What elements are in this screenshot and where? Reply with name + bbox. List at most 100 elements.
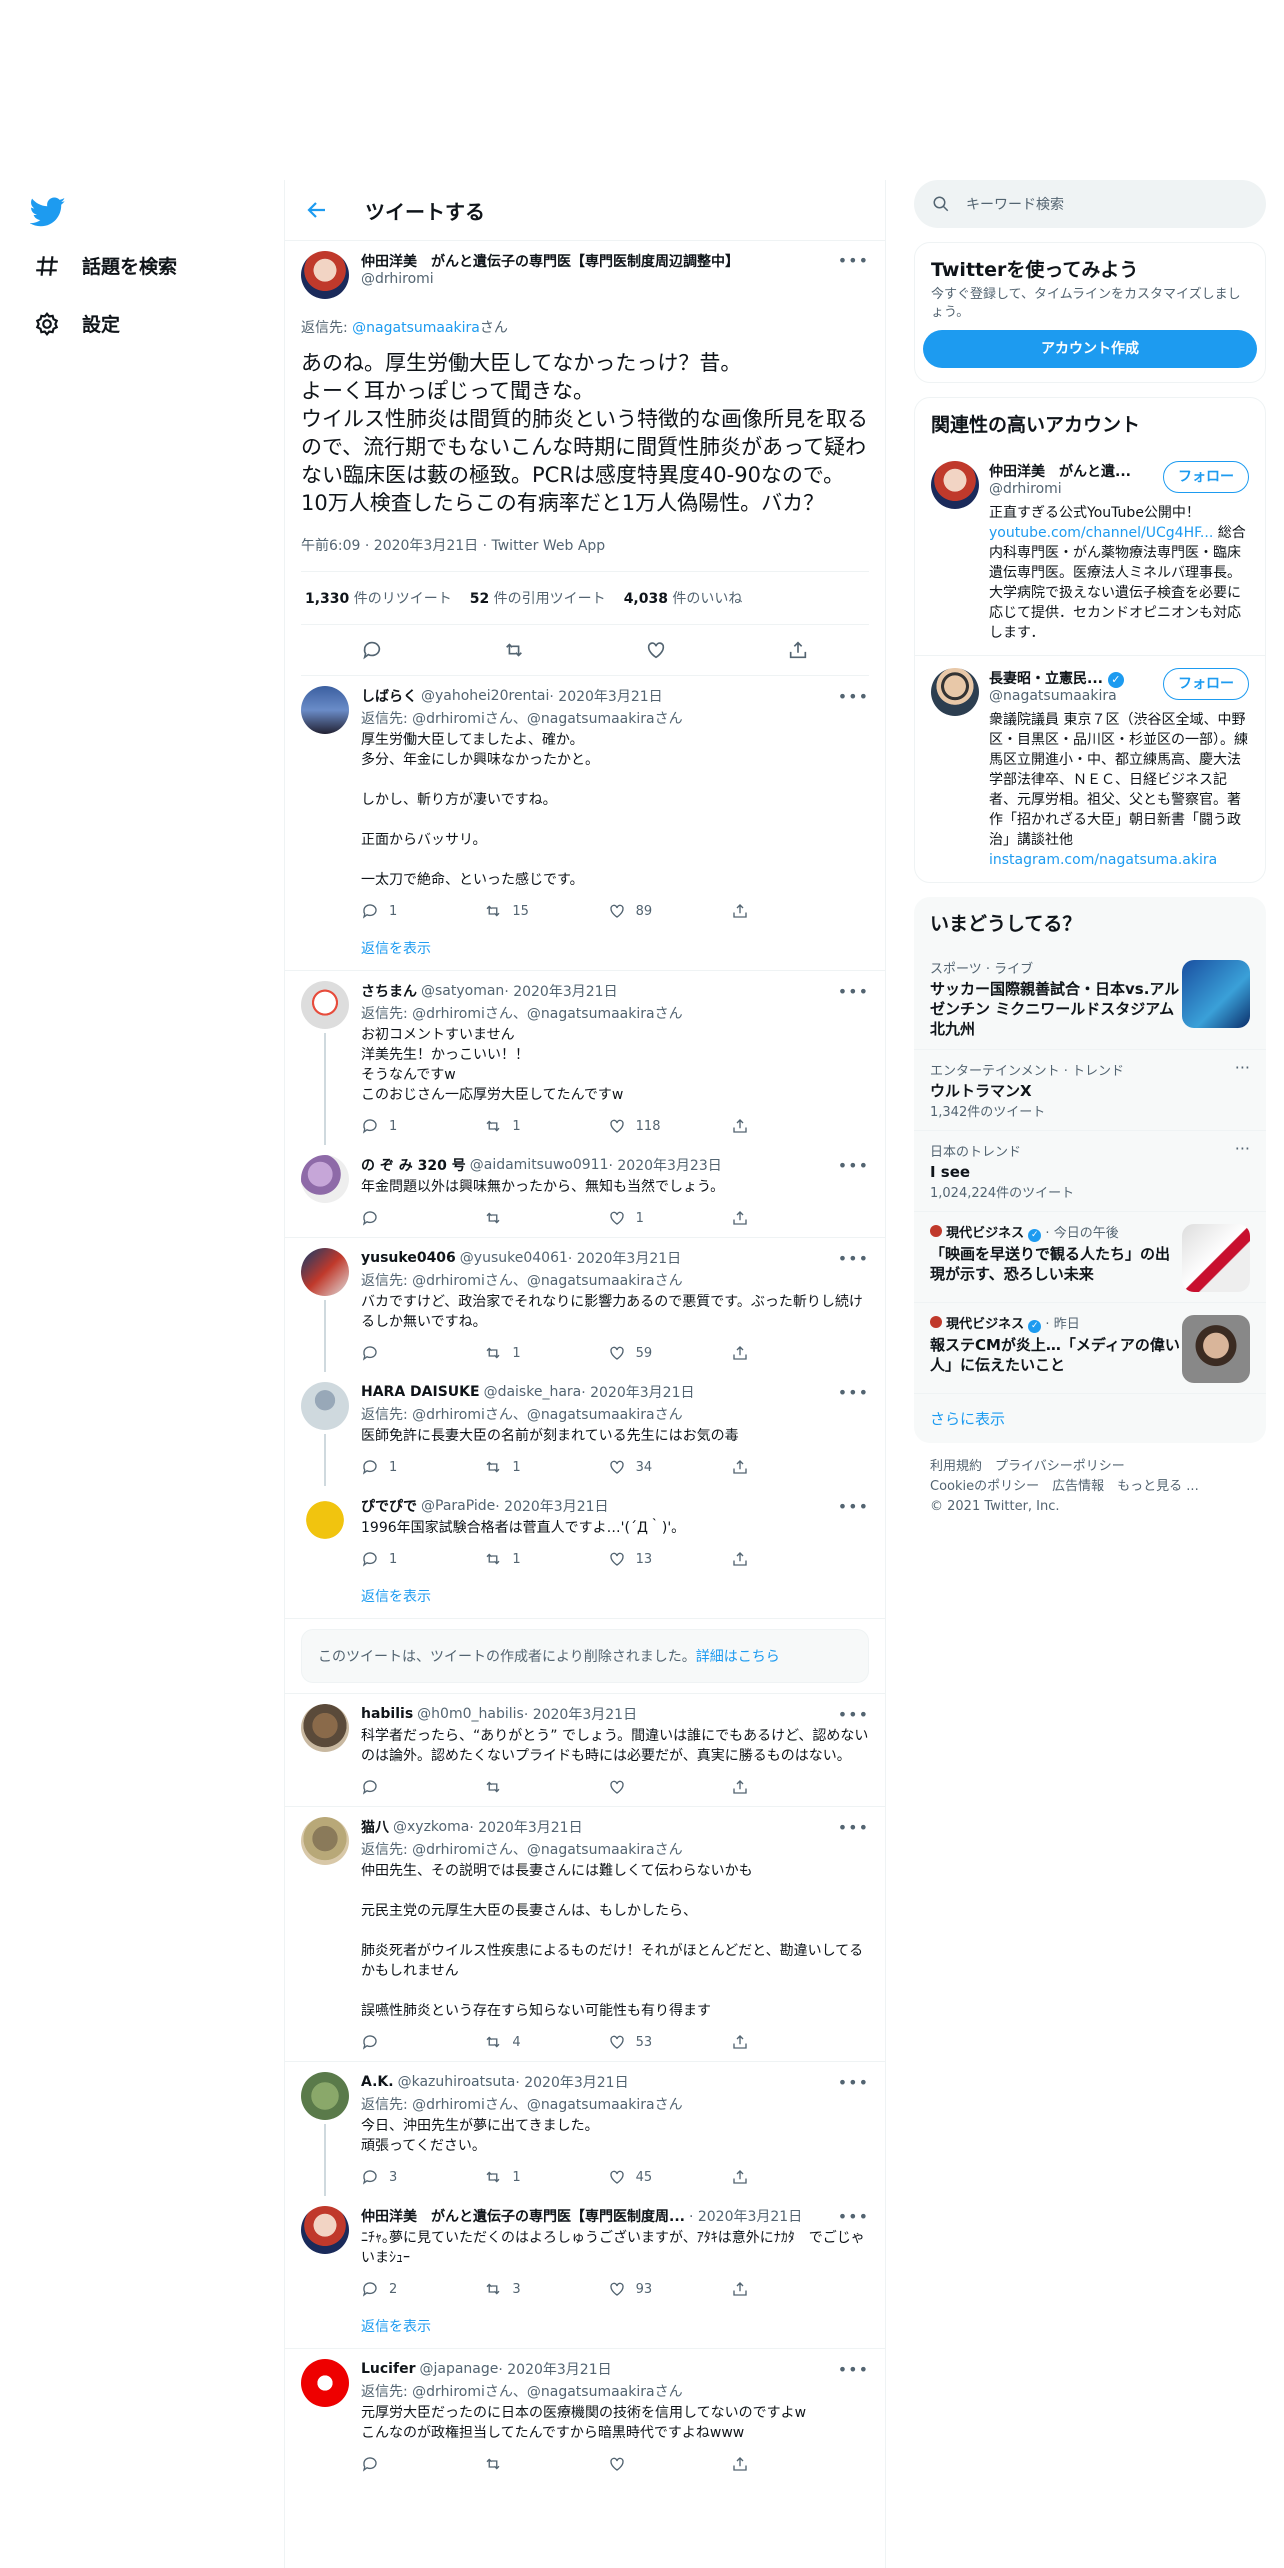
retweet-button[interactable]: 15: [484, 902, 544, 920]
reply-to[interactable]: 返信先: @drhiromiさん、@nagatsumaakiraさん: [361, 2094, 869, 2114]
reply-tweet[interactable]: yusuke0406 @yusuke04061 · 2020年3月21日 ••• 返信…: [285, 1238, 885, 1372]
reply-to[interactable]: 返信先: @drhiromiさん、@nagatsumaakiraさん: [361, 1839, 869, 1859]
search-box[interactable]: キーワード検索: [914, 180, 1266, 228]
reply-author-name[interactable]: Lucifer: [361, 2361, 415, 2377]
reply-tweet[interactable]: Lucifer @japanage · 2020年3月21日 ••• 返信先: @dr…: [285, 2349, 885, 2483]
reply-tweet[interactable]: HARA DAISUKE @daiske_hara · 2020年3月21日 •••…: [285, 1372, 885, 1486]
reply-avatar[interactable]: [301, 2072, 349, 2120]
reply-avatar[interactable]: [301, 2359, 349, 2407]
reply-to[interactable]: 返信先: @drhiromiさん、@nagatsumaakiraさん: [361, 1270, 869, 1290]
trend-more-icon[interactable]: ···: [1235, 1139, 1250, 1158]
retweet-button[interactable]: 4: [484, 2033, 544, 2051]
quote-count[interactable]: 52 件の引用ツイート: [470, 588, 606, 608]
ads-link[interactable]: 広告情報: [1052, 1479, 1104, 1494]
reply-author-name[interactable]: yusuke0406: [361, 1250, 456, 1266]
reply-tweet[interactable]: の ぞ み 320 号 @aidamitsuwo0911 · 2020年3月23日…: [285, 1145, 885, 1237]
trend-more-icon[interactable]: ···: [1235, 1058, 1250, 1077]
reply-date[interactable]: · 2020年3月23日: [609, 1155, 722, 1175]
share-button[interactable]: [731, 2280, 791, 2298]
bio-link[interactable]: instagram.com/nagatsuma.akira: [989, 852, 1217, 868]
like-button[interactable]: 93: [608, 2280, 668, 2298]
reply-author-handle[interactable]: @japanage: [419, 2361, 498, 2377]
reply-to[interactable]: 返信先: @drhiromiさん、@nagatsumaakiraさん: [361, 1404, 869, 1424]
twitter-logo-icon[interactable]: [30, 194, 66, 230]
reply-date[interactable]: · 2020年3月21日: [498, 2359, 611, 2379]
reply-avatar[interactable]: [301, 1496, 349, 1544]
reply-to[interactable]: 返信先: @drhiromiさん、@nagatsumaakiraさん: [361, 1003, 869, 1023]
more-options-icon[interactable]: •••: [838, 1249, 869, 1268]
more-options-icon[interactable]: •••: [838, 982, 869, 1001]
reply-author-handle[interactable]: @xyzkoma: [393, 1819, 469, 1835]
retweet-button[interactable]: [484, 1209, 544, 1227]
more-options-icon[interactable]: •••: [838, 2073, 869, 2092]
reply-tweet[interactable]: 仲田洋美 がんと遺伝子の専門医【専門医制度周... · 2020年3月21日 ••…: [285, 2196, 885, 2308]
share-button[interactable]: [731, 1117, 791, 1135]
reply-author-handle[interactable]: @aidamitsuwo0911: [470, 1157, 609, 1173]
reply-to[interactable]: 返信先: @drhiromiさん、@nagatsumaakiraさん: [361, 2381, 869, 2401]
like-button[interactable]: 34: [608, 1458, 668, 1476]
reply-avatar[interactable]: [301, 1248, 349, 1296]
like-button[interactable]: 53: [608, 2033, 668, 2051]
reply-author-handle[interactable]: @satyoman: [421, 983, 504, 999]
like-button[interactable]: 89: [608, 902, 668, 920]
reply-author-name[interactable]: ぴでぴで: [361, 1496, 417, 1516]
reply-to-handle[interactable]: @nagatsumaakira: [352, 320, 480, 336]
account-name[interactable]: 仲田洋美 がんと遺...: [989, 461, 1163, 481]
reply-avatar[interactable]: [301, 1817, 349, 1865]
retweet-button[interactable]: 1: [484, 1550, 544, 1568]
reply-date[interactable]: · 2020年3月21日: [515, 2072, 628, 2092]
focal-tweet-meta[interactable]: 午前6:09 · 2020年3月21日 · Twitter Web App: [301, 535, 869, 572]
reply-button[interactable]: [361, 1209, 421, 1227]
reply-author-handle[interactable]: @ParaPide: [421, 1498, 495, 1514]
reply-date[interactable]: · 2020年3月21日: [524, 1704, 637, 1724]
retweet-button[interactable]: [484, 1778, 544, 1796]
related-account[interactable]: 仲田洋美 がんと遺... @drhiromi フォロー 正直すぎる公式YouTu…: [915, 449, 1265, 656]
bio-link[interactable]: youtube.com/channel/UCg4HF...: [989, 525, 1213, 541]
like-button[interactable]: 59: [608, 1344, 668, 1362]
like-button[interactable]: 118: [608, 1117, 668, 1135]
like-button[interactable]: 45: [608, 2168, 668, 2186]
reply-author-name[interactable]: しばらく: [361, 686, 417, 706]
more-options-icon[interactable]: •••: [838, 1383, 869, 1402]
reply-date[interactable]: · 2020年3月21日: [495, 1496, 608, 1516]
reply-author-handle[interactable]: @daiske_hara: [484, 1384, 582, 1400]
like-icon[interactable]: [645, 639, 667, 661]
reply-author-name[interactable]: さちまん: [361, 981, 417, 1001]
cookie-link[interactable]: Cookieのポリシー: [930, 1479, 1039, 1494]
retweet-button[interactable]: 1: [484, 2168, 544, 2186]
reply-tweet[interactable]: しばらく @yahohei20rentai · 2020年3月21日 ••• 返信先:…: [285, 676, 885, 930]
nav-settings[interactable]: 設定: [34, 310, 120, 337]
trend-item[interactable]: スポーツ · ライブ サッカー国際親善試合・日本vs.アルゼンチン ミクニワール…: [914, 948, 1266, 1050]
like-button[interactable]: [608, 2455, 668, 2473]
reply-button[interactable]: 1: [361, 1458, 421, 1476]
share-button[interactable]: [731, 2168, 791, 2186]
show-more-link[interactable]: さらに表示: [914, 1394, 1266, 1443]
share-button[interactable]: [731, 1778, 791, 1796]
trend-item[interactable]: 現代ビジネス ✓ · 今日の午後 「映画を早送りで観る人たち」の出現が示す、恐ろ…: [914, 1212, 1266, 1303]
reply-author-name[interactable]: 仲田洋美 がんと遺伝子の専門医【専門医制度周...: [361, 2206, 685, 2226]
reply-button[interactable]: 1: [361, 902, 421, 920]
reply-avatar[interactable]: [301, 686, 349, 734]
share-button[interactable]: [731, 1458, 791, 1476]
retweet-button[interactable]: 1: [484, 1117, 544, 1135]
reply-button[interactable]: 2: [361, 2280, 421, 2298]
reply-button[interactable]: 1: [361, 1117, 421, 1135]
account-handle[interactable]: @nagatsumaakira: [989, 688, 1163, 704]
create-account-button[interactable]: アカウント作成: [923, 330, 1257, 368]
more-options-icon[interactable]: •••: [838, 1497, 869, 1516]
account-avatar[interactable]: [931, 461, 979, 509]
reply-date[interactable]: · 2020年3月21日: [581, 1382, 694, 1402]
reply-tweet[interactable]: A.K. @kazuhiroatsuta · 2020年3月21日 ••• 返信先: …: [285, 2062, 885, 2196]
reply-date[interactable]: · 2020年3月21日: [504, 981, 617, 1001]
like-count[interactable]: 4,038 件のいいね: [624, 588, 743, 608]
share-button[interactable]: [731, 1209, 791, 1227]
learn-more-link[interactable]: 詳細はこちら: [696, 1649, 780, 1665]
trend-item[interactable]: エンターテインメント · トレンド ウルトラマンX 1,342件のツイート ··…: [914, 1050, 1266, 1131]
more-options-icon[interactable]: •••: [838, 687, 869, 706]
nav-explore[interactable]: 話題を検索: [34, 252, 177, 279]
more-options-icon[interactable]: •••: [838, 1156, 869, 1175]
show-replies-link[interactable]: 返信を表示: [285, 1578, 885, 1618]
like-button[interactable]: 13: [608, 1550, 668, 1568]
reply-avatar[interactable]: [301, 2206, 349, 2254]
retweet-button[interactable]: 1: [484, 1458, 544, 1476]
